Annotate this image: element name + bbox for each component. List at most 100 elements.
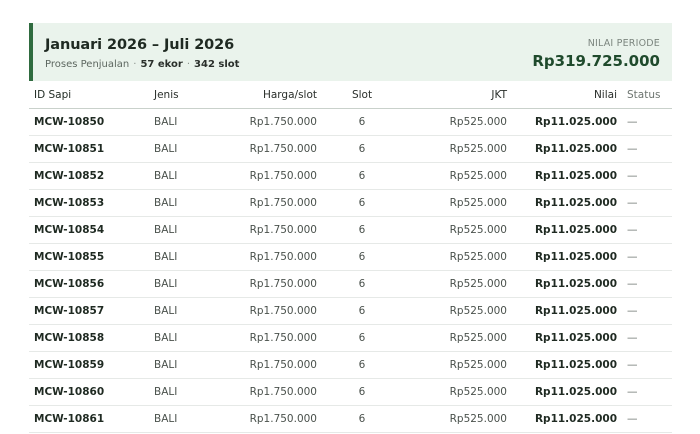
cell-jenis: BALI xyxy=(149,324,229,352)
cell-harga: Rp1.750.000 xyxy=(229,297,322,325)
table-row[interactable]: MCW-10859 BALI Rp1.750.000 6 Rp525.000 R… xyxy=(29,351,672,379)
cell-status: — xyxy=(622,216,672,244)
cell-harga: Rp1.750.000 xyxy=(229,108,322,136)
cell-nilai: Rp11.025.000 xyxy=(512,270,622,298)
cell-id: MCW-10860 xyxy=(29,378,149,406)
cell-nilai: Rp11.025.000 xyxy=(512,297,622,325)
cell-nilai: Rp11.025.000 xyxy=(512,216,622,244)
col-header-jenis[interactable]: Jenis xyxy=(149,81,229,109)
cell-jenis: BALI xyxy=(149,297,229,325)
table-row[interactable]: MCW-10855 BALI Rp1.750.000 6 Rp525.000 R… xyxy=(29,243,672,271)
period-title: Januari 2026 – Juli 2026 xyxy=(45,37,235,53)
table-row[interactable]: MCW-10853 BALI Rp1.750.000 6 Rp525.000 R… xyxy=(29,189,672,217)
cell-id: MCW-10861 xyxy=(29,405,149,433)
period-value-label: NILAI PERIODE xyxy=(587,38,660,49)
cell-jenis: BALI xyxy=(149,216,229,244)
cell-slot: 6 xyxy=(322,297,402,325)
cell-jkt: Rp525.000 xyxy=(402,270,512,298)
cell-id: MCW-10850 xyxy=(29,108,149,136)
cell-status: — xyxy=(622,405,672,433)
col-header-status[interactable]: Status xyxy=(622,81,672,109)
cell-slot: 6 xyxy=(322,189,402,217)
period-value: Rp319.725.000 xyxy=(532,52,660,70)
cell-harga: Rp1.750.000 xyxy=(229,351,322,379)
col-header-nilai[interactable]: Nilai xyxy=(512,81,622,109)
table-row[interactable]: MCW-10857 BALI Rp1.750.000 6 Rp525.000 R… xyxy=(29,297,672,325)
table-row[interactable]: MCW-10854 BALI Rp1.750.000 6 Rp525.000 R… xyxy=(29,216,672,244)
cell-status: — xyxy=(622,108,672,136)
cell-slot: 6 xyxy=(322,162,402,190)
table-header-row: ID Sapi Jenis Harga/slot Slot JKT Nilai … xyxy=(29,81,672,109)
cell-id: MCW-10851 xyxy=(29,135,149,163)
cell-id: MCW-10853 xyxy=(29,189,149,217)
col-header-jkt[interactable]: JKT xyxy=(402,81,512,109)
table-row[interactable]: MCW-10856 BALI Rp1.750.000 6 Rp525.000 R… xyxy=(29,270,672,298)
cell-status: — xyxy=(622,378,672,406)
table-row[interactable]: MCW-10852 BALI Rp1.750.000 6 Rp525.000 R… xyxy=(29,162,672,190)
table-row[interactable]: MCW-10861 BALI Rp1.750.000 6 Rp525.000 R… xyxy=(29,405,672,433)
cell-slot: 6 xyxy=(322,216,402,244)
table-row[interactable]: MCW-10858 BALI Rp1.750.000 6 Rp525.000 R… xyxy=(29,324,672,352)
cell-status: — xyxy=(622,324,672,352)
cell-status: — xyxy=(622,297,672,325)
cell-slot: 6 xyxy=(322,351,402,379)
cell-jenis: BALI xyxy=(149,405,229,433)
period-subtitle: Proses Penjualan · 57 ekor · 342 slot xyxy=(45,59,239,70)
cell-jenis: BALI xyxy=(149,270,229,298)
cell-nilai: Rp11.025.000 xyxy=(512,162,622,190)
cell-nilai: Rp11.025.000 xyxy=(512,405,622,433)
cell-harga: Rp1.750.000 xyxy=(229,216,322,244)
cell-jenis: BALI xyxy=(149,189,229,217)
cell-jenis: BALI xyxy=(149,378,229,406)
cell-id: MCW-10854 xyxy=(29,216,149,244)
cell-slot: 6 xyxy=(322,270,402,298)
table-row[interactable]: MCW-10851 BALI Rp1.750.000 6 Rp525.000 R… xyxy=(29,135,672,163)
cell-harga: Rp1.750.000 xyxy=(229,243,322,271)
col-header-id[interactable]: ID Sapi xyxy=(29,81,149,109)
cell-nilai: Rp11.025.000 xyxy=(512,324,622,352)
cell-jkt: Rp525.000 xyxy=(402,405,512,433)
cell-nilai: Rp11.025.000 xyxy=(512,108,622,136)
cell-jkt: Rp525.000 xyxy=(402,135,512,163)
cell-nilai: Rp11.025.000 xyxy=(512,135,622,163)
cell-jkt: Rp525.000 xyxy=(402,351,512,379)
cell-harga: Rp1.750.000 xyxy=(229,135,322,163)
cell-jkt: Rp525.000 xyxy=(402,324,512,352)
cell-harga: Rp1.750.000 xyxy=(229,162,322,190)
cell-status: — xyxy=(622,351,672,379)
cell-nilai: Rp11.025.000 xyxy=(512,378,622,406)
cell-slot: 6 xyxy=(322,324,402,352)
cell-status: — xyxy=(622,243,672,271)
cell-slot: 6 xyxy=(322,108,402,136)
process-label: Proses Penjualan xyxy=(45,59,130,70)
cell-slot: 6 xyxy=(322,405,402,433)
cell-id: MCW-10858 xyxy=(29,324,149,352)
cell-harga: Rp1.750.000 xyxy=(229,324,322,352)
table-row[interactable]: MCW-10850 BALI Rp1.750.000 6 Rp525.000 R… xyxy=(29,108,672,136)
table-row[interactable]: MCW-10860 BALI Rp1.750.000 6 Rp525.000 R… xyxy=(29,378,672,406)
cell-nilai: Rp11.025.000 xyxy=(512,189,622,217)
cell-slot: 6 xyxy=(322,378,402,406)
cell-id: MCW-10859 xyxy=(29,351,149,379)
cell-jkt: Rp525.000 xyxy=(402,216,512,244)
cell-slot: 6 xyxy=(322,243,402,271)
cell-harga: Rp1.750.000 xyxy=(229,405,322,433)
cell-status: — xyxy=(622,189,672,217)
cell-status: — xyxy=(622,270,672,298)
cell-status: — xyxy=(622,162,672,190)
cattle-table: ID Sapi Jenis Harga/slot Slot JKT Nilai … xyxy=(29,81,672,433)
separator: · xyxy=(186,59,191,70)
cell-jenis: BALI xyxy=(149,243,229,271)
col-header-slot[interactable]: Slot xyxy=(322,81,402,109)
cell-id: MCW-10852 xyxy=(29,162,149,190)
cell-jkt: Rp525.000 xyxy=(402,108,512,136)
cell-id: MCW-10856 xyxy=(29,270,149,298)
cell-id: MCW-10855 xyxy=(29,243,149,271)
cell-status: — xyxy=(622,135,672,163)
cell-harga: Rp1.750.000 xyxy=(229,189,322,217)
cell-slot: 6 xyxy=(322,135,402,163)
col-header-harga[interactable]: Harga/slot xyxy=(229,81,322,109)
cell-jkt: Rp525.000 xyxy=(402,162,512,190)
cell-nilai: Rp11.025.000 xyxy=(512,243,622,271)
cell-harga: Rp1.750.000 xyxy=(229,378,322,406)
